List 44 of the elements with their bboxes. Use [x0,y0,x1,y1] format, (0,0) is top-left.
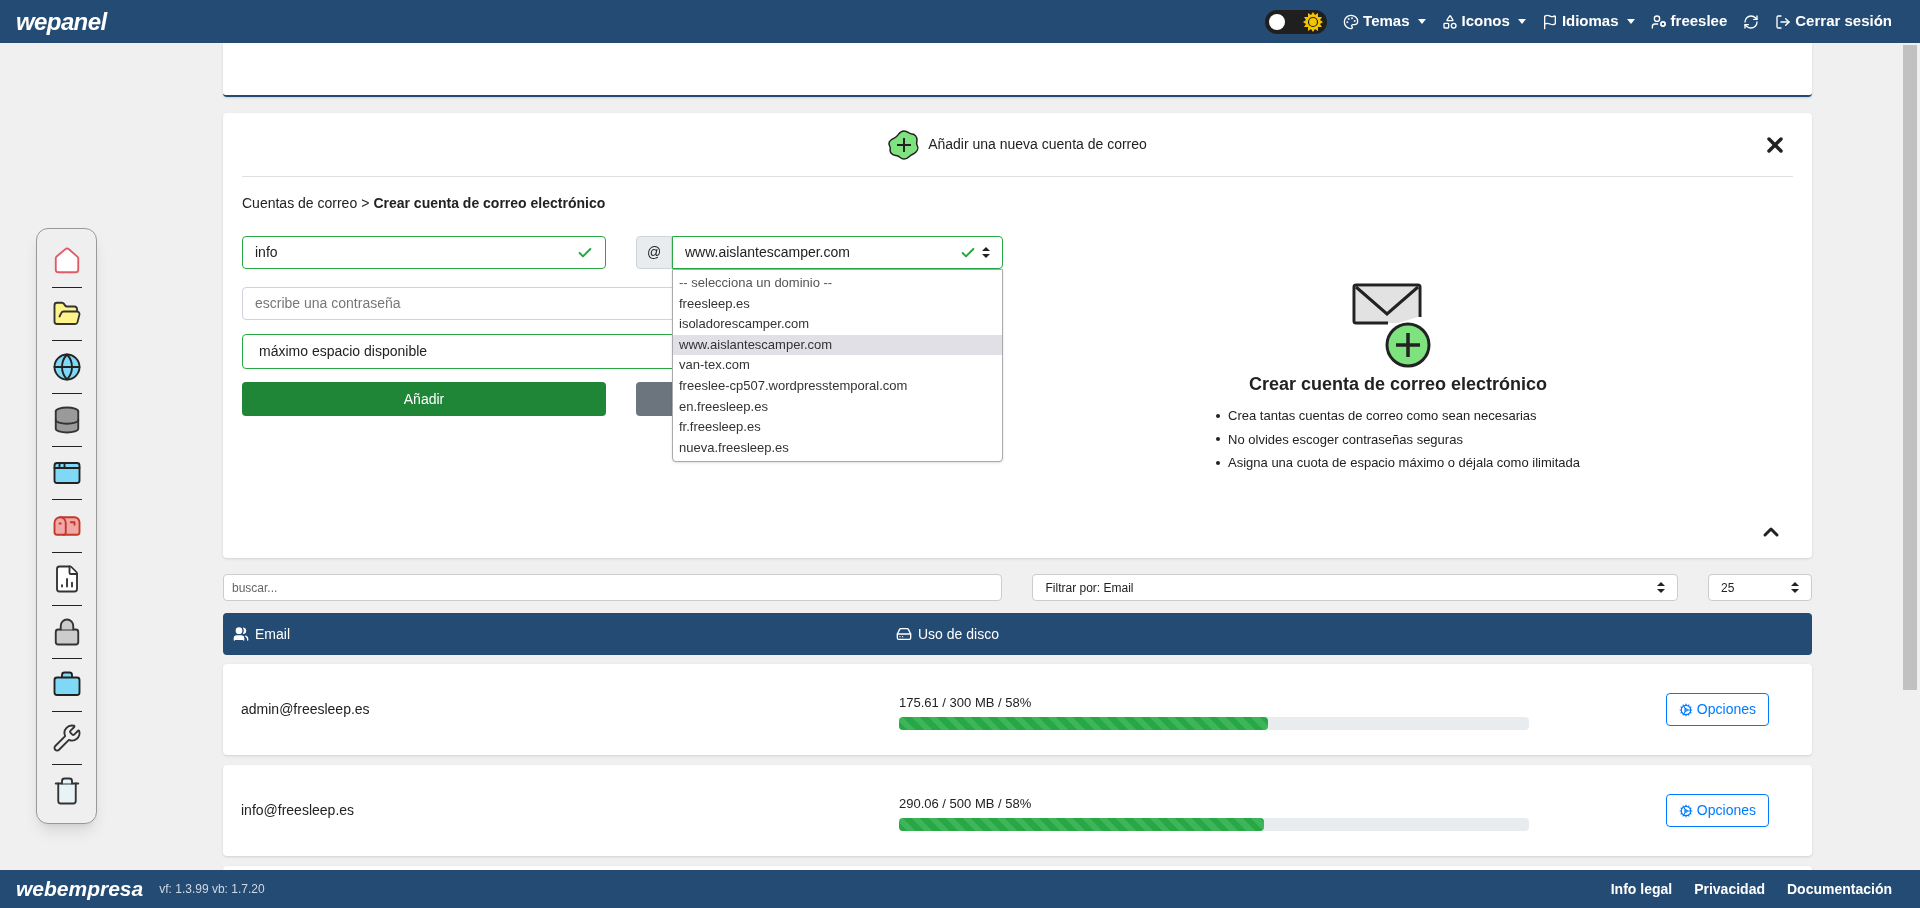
nav-menu-item[interactable]: Temas [1343,10,1426,33]
options-button[interactable]: Opciones [1665,693,1769,726]
logout-link[interactable]: Cerrar sesión [1775,10,1892,33]
email-cell-text: info@freesleep.es [241,801,356,820]
column-header: Email [233,623,896,645]
footer-link[interactable]: Privacidad [1694,878,1765,900]
page-size-select[interactable]: 25 [1708,574,1812,601]
info-point: Crea tantas cuentas de correo como sean necesarias [1216,406,1580,426]
breadcrumb-separator: > [361,194,370,213]
version-text: vf: 1.3.99 vb: 1.7.20 [159,881,265,898]
card-title: Añadir una nueva cuenta de correo [928,135,1147,154]
username-value: info [255,243,278,262]
dropdown-option[interactable]: nueva.freesleep.es [673,437,1002,459]
nav-menu-item[interactable]: Iconos [1441,10,1526,33]
dropdown-option[interactable]: freeslee-cp507.wordpresstemporal.com [673,375,1002,397]
input-field[interactable]: info [242,236,606,269]
domain-value: www.aislantescamper.com [685,243,850,262]
footer-link[interactable]: Documentación [1787,878,1892,900]
at-sign-addon: @ [636,236,672,269]
info-point: Asigna una cuota de espacio máximo o déjala como ilimitada [1216,453,1580,473]
info-point: No olvides escoger contraseñas seguras [1216,429,1580,449]
add-button[interactable]: Añadir [242,382,606,416]
usage-text: 175.61 / 300 MB / 58% [899,694,1033,713]
dropdown-option[interactable]: fr.freesleep.es [673,417,1002,438]
password-input[interactable]: escribe una contraseña [255,293,555,314]
search-field[interactable]: buscar... [223,574,1003,601]
breadcrumb-current: Crear cuenta de correo electrónico [373,194,606,213]
usage-text: 290.06 / 500 MB / 58% [899,795,1033,814]
quota-value: máximo espacio disponible [258,342,428,361]
filter-select[interactable]: Filtrar por: Email [1032,574,1679,601]
info-title: Crear cuenta de correo electrónico [1248,373,1548,396]
nav-menu-item[interactable]: freeslee [1650,10,1728,33]
dropdown-option[interactable]: en.freesleep.es [673,396,1002,418]
email-cell-text: admin@freesleep.es [241,700,371,719]
nav-menu-item[interactable]: Idiomas [1541,10,1635,33]
footer-logo[interactable]: webempresa [16,873,144,905]
app-logo[interactable]: wepanel [16,3,107,40]
dropdown-option[interactable]: freesleep.es [673,293,1002,315]
options-button[interactable]: Opciones [1665,794,1769,827]
dropdown-option[interactable]: www.aislantescamper.com [673,334,1002,356]
column-header: Uso de disco [896,623,999,645]
breadcrumb-link[interactable]: Cuentas de correo [242,193,358,214]
input-field[interactable]: www.aislantescamper.com [672,236,1003,269]
footer-link[interactable]: Info legal [1610,878,1673,900]
